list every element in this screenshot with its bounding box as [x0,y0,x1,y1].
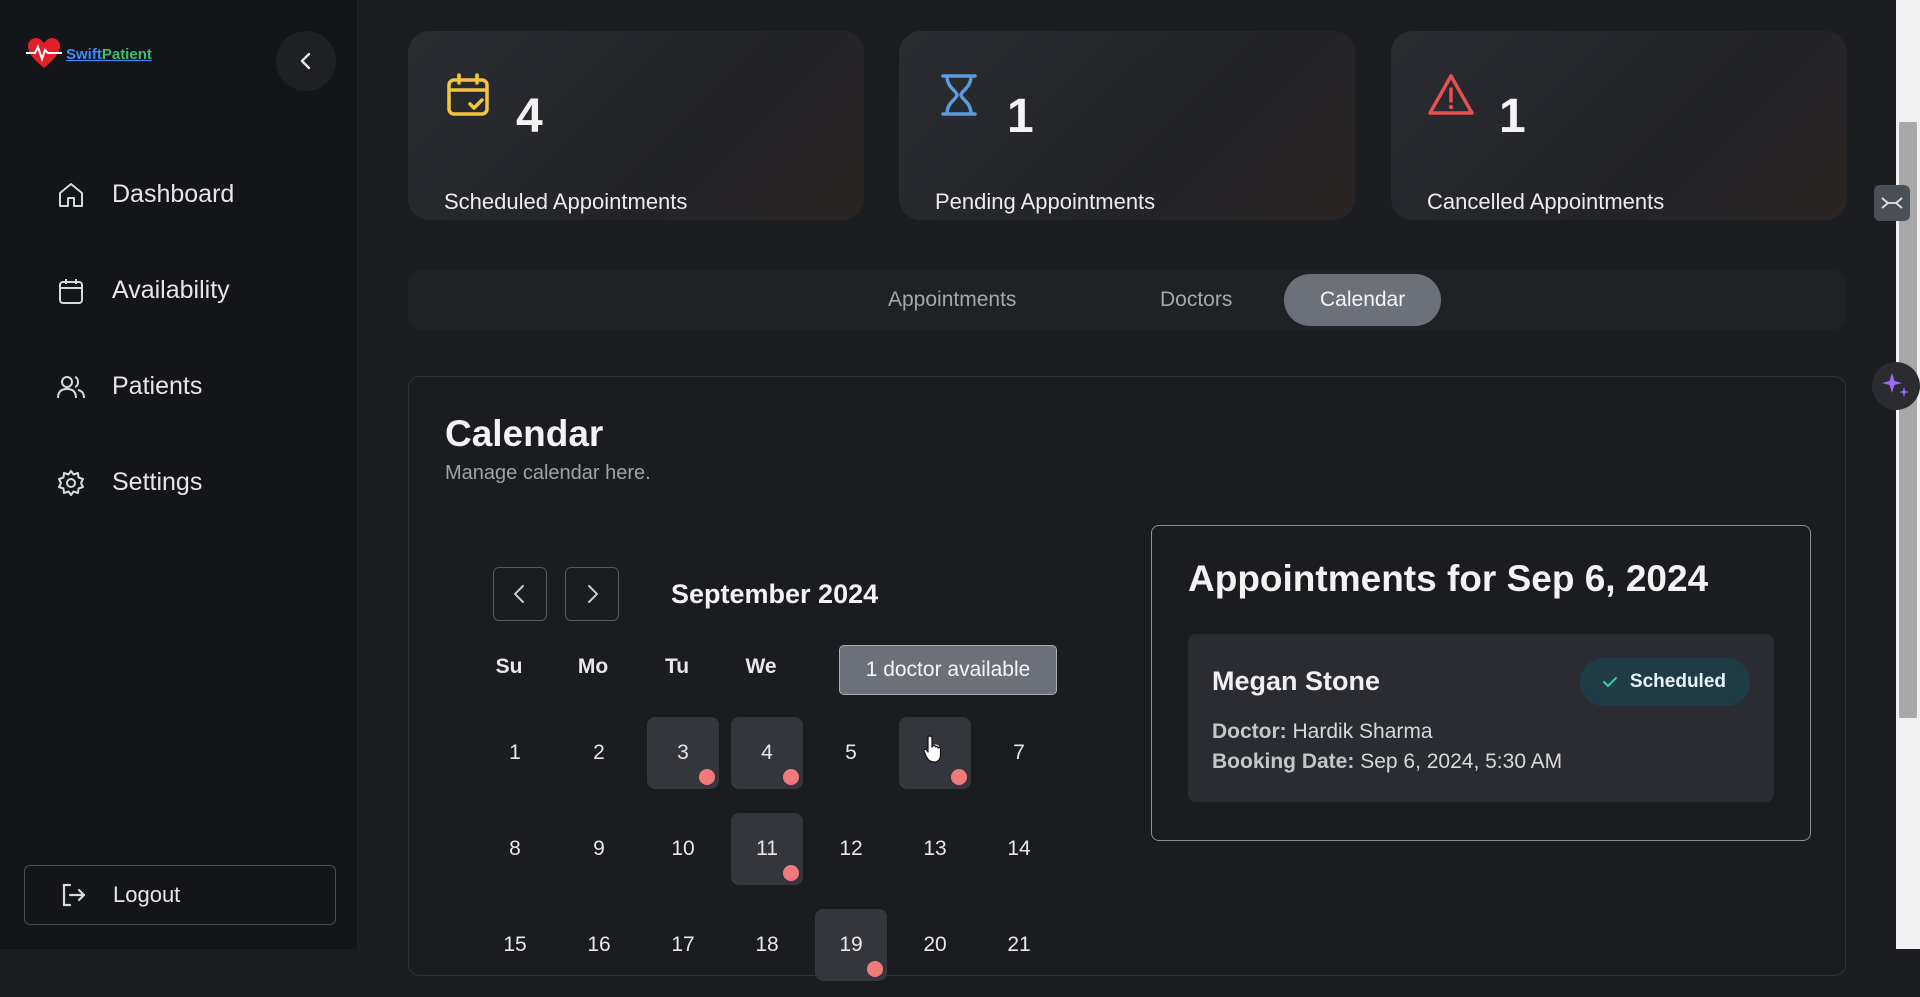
stat-value: 1 [1499,90,1526,143]
stat-label: Scheduled Appointments [444,189,688,214]
prev-month-button[interactable] [493,567,547,621]
calendar-day[interactable]: 4 [731,717,803,789]
doctor-name: Hardik Sharma [1292,720,1433,743]
tab-appointments[interactable]: Appointments [852,274,1052,326]
sidebar-item-settings[interactable]: Settings [56,456,234,509]
calendar-panel: Calendar Manage calendar here. September… [408,376,1846,981]
calendar-widget: September 2024 Su Mo Tu We 1 doctor avai… [445,517,1105,997]
sidebar-nav: Dashboard Availability Patients Settings [56,160,234,509]
month-label: September 2024 [671,579,879,609]
panel-subtitle: Manage calendar here. [445,462,651,484]
weekday-label: We [745,655,777,678]
calendar-day[interactable]: 16 [563,909,635,981]
collapse-panel-button[interactable] [1874,185,1910,221]
availability-dot [783,769,799,785]
calendar-day[interactable]: 8 [479,813,551,885]
chevron-left-icon [300,52,311,70]
gear-icon [58,469,84,496]
calendar-day[interactable]: 20 [899,909,971,981]
calendar-day[interactable]: 12 [815,813,887,885]
weekday-label: Mo [577,655,609,678]
sidebar-item-label: Dashboard [112,180,235,208]
status-badge: Scheduled [1579,658,1750,706]
calendar-day[interactable]: 3 [647,717,719,789]
weekday-label: Su [495,655,523,678]
stat-card-pending: 1 Pending Appointments [899,31,1355,220]
logout-label: Logout [113,882,181,907]
sidebar-item-patients[interactable]: Patients [56,360,234,413]
booking-line: Booking Date: Sep 6, 2024, 5:30 AM [1212,750,1562,774]
compress-icon [1881,197,1903,209]
tab-doctors[interactable]: Doctors [1124,274,1268,326]
appointments-box: Appointments for Sep 6, 2024 Megan Stone… [1151,525,1811,841]
calendar-day[interactable]: 7 [983,717,1055,789]
calendar-day[interactable]: 18 [731,909,803,981]
sidebar: SwiftPatient Dashboard Availability Pati… [0,0,358,949]
weekday-label: Tu [664,655,690,678]
calendar-day[interactable]: 11 [731,813,803,885]
calendar-day[interactable]: 15 [479,909,551,981]
app-name: SwiftPatient [66,45,152,63]
stat-card-cancelled: 1 Cancelled Appointments [1391,31,1847,220]
tabs-bar: Appointments Doctors Calendar [408,270,1846,330]
patient-name: Megan Stone [1212,666,1381,696]
stat-value: 1 [1007,90,1034,143]
calendar-day[interactable]: 19 [815,909,887,981]
stat-card-scheduled: 4 Scheduled Appointments [408,31,864,220]
sidebar-item-dashboard[interactable]: Dashboard [56,168,234,221]
warning-icon [1428,74,1474,115]
appointment-card[interactable]: Megan Stone Scheduled Doctor: Hardik Sha… [1188,634,1774,802]
calendar-icon [59,278,83,304]
hourglass-icon [941,74,977,116]
logout-button[interactable]: Logout [24,865,336,925]
doctor-line: Doctor: Hardik Sharma [1212,720,1433,744]
stat-label: Cancelled Appointments [1427,189,1665,214]
appointments-title: Appointments for Sep 6, 2024 [1188,558,1709,599]
calendar-day[interactable]: 13 [899,813,971,885]
sidebar-item-label: Availability [112,276,230,304]
sidebar-item-availability[interactable]: Availability [56,264,234,317]
tab-calendar[interactable]: Calendar [1284,274,1442,326]
logout-icon [62,883,86,907]
availability-dot [867,961,883,977]
status-text: Scheduled [1629,671,1726,692]
main-content: 4 Scheduled Appointments 1 Pending Appoi… [358,0,1896,981]
calendar-day[interactable]: 10 [647,813,719,885]
availability-dot [783,865,799,881]
calendar-day[interactable]: 17 [647,909,719,981]
sparkle-icon [1882,373,1909,397]
heart-pulse-icon [26,38,62,68]
check-icon [1602,677,1617,687]
app-logo[interactable]: SwiftPatient [26,36,152,72]
hand-cursor-icon [923,735,942,763]
availability-dot [951,769,967,785]
calendar-day[interactable]: 14 [983,813,1055,885]
chevron-right-icon [588,585,598,603]
sidebar-item-label: Settings [112,468,203,496]
sidebar-item-label: Patients [112,372,203,400]
availability-dot [699,769,715,785]
booking-date: Sep 6, 2024, 5:30 AM [1360,750,1563,773]
calendar-day[interactable]: 9 [563,813,635,885]
panel-title: Calendar [445,413,604,454]
next-month-button[interactable] [565,567,619,621]
booking-label: Booking Date: [1212,750,1355,773]
calendar-check-icon [447,73,489,116]
calendar-day[interactable]: 2 [563,717,635,789]
calendar-day[interactable]: 1 [479,717,551,789]
doctor-label: Doctor: [1212,720,1287,743]
stat-label: Pending Appointments [935,189,1156,214]
ai-assistant-button[interactable] [1872,362,1920,410]
chevron-left-icon [514,585,524,603]
availability-tooltip: 1 doctor available [839,645,1057,695]
collapse-sidebar-button[interactable] [276,31,336,91]
users-icon [57,375,85,398]
calendar-day[interactable]: 5 [815,717,887,789]
home-icon [59,182,83,207]
calendar-day[interactable]: 21 [983,909,1055,981]
stat-value: 4 [516,90,543,143]
